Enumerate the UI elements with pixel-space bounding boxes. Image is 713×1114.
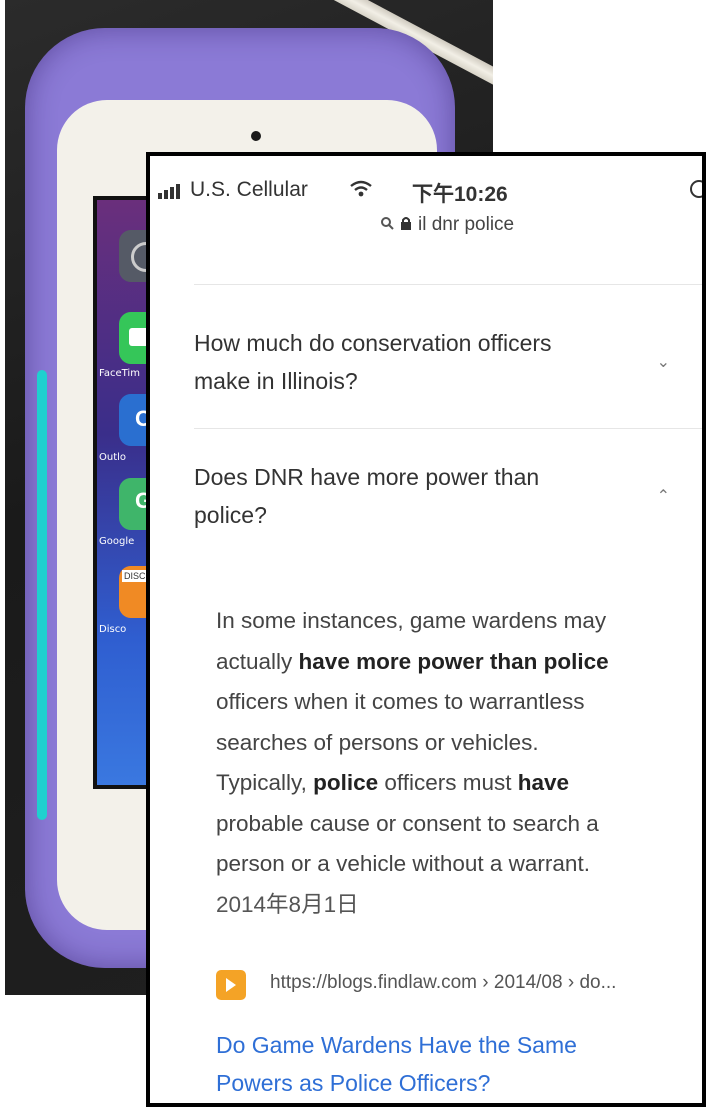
faq-question-line: police?	[194, 502, 267, 528]
clock: 下午10:26	[412, 183, 508, 206]
answer-line: probable cause or consent to search a	[216, 810, 599, 836]
answer-line: searches of persons or vehicles.	[216, 729, 539, 755]
carrier-name: U.S. Cellular	[190, 178, 308, 201]
chevron-down-icon[interactable]: ⌄	[657, 344, 670, 382]
answer-line: officers when it comes to warrantless	[216, 689, 585, 714]
result-title-line[interactable]: Powers as Police Officers?	[216, 1064, 696, 1102]
search-query: il dnr police	[418, 214, 515, 235]
divider	[194, 428, 702, 429]
answer-line: Typically, police officers must have	[216, 770, 570, 795]
faq-question-line: Does DNR have more power than	[194, 464, 540, 490]
faq-item[interactable]: How much do conservation officers make i…	[194, 324, 670, 400]
teal-strip	[37, 370, 47, 820]
answer-line: person or a vehicle without a warrant.	[216, 851, 590, 876]
faq-question-line: How much do conservation officers	[194, 330, 552, 356]
wifi-icon	[350, 180, 372, 204]
divider	[194, 284, 702, 285]
faq-question-line: make in Illinois?	[194, 368, 358, 394]
findlaw-favicon-icon	[216, 970, 246, 1000]
lock-icon	[400, 214, 412, 236]
status-bar: U.S. Cellular 下午10:26	[150, 178, 702, 208]
answer-date: 2014年8月1日	[216, 891, 359, 917]
front-camera	[251, 131, 261, 141]
source-url[interactable]: https://blogs.findlaw.com › 2014/08 › do…	[270, 972, 616, 994]
signal-icon	[158, 184, 180, 199]
result-title-line[interactable]: Do Game Wardens Have the Same	[216, 1026, 696, 1064]
source-link[interactable]: https://blogs.findlaw.com › 2014/08 › do…	[216, 966, 702, 1002]
faq-item-expanded[interactable]: Does DNR have more power than police? ⌃	[194, 458, 670, 534]
answer-line: In some instances, game wardens may	[216, 608, 607, 633]
answer-line: actually have more power than police	[216, 648, 609, 674]
zoomed-screenshot: U.S. Cellular 下午10:26 il dnr police How …	[146, 152, 706, 1107]
result-title-link[interactable]: Do Game Wardens Have the Same Powers as …	[216, 1026, 696, 1102]
screen-record-icon	[690, 180, 702, 198]
featured-answer: In some instances, game wardens may actu…	[216, 601, 702, 925]
chevron-up-icon[interactable]: ⌃	[657, 478, 670, 516]
search-icon	[380, 214, 394, 236]
